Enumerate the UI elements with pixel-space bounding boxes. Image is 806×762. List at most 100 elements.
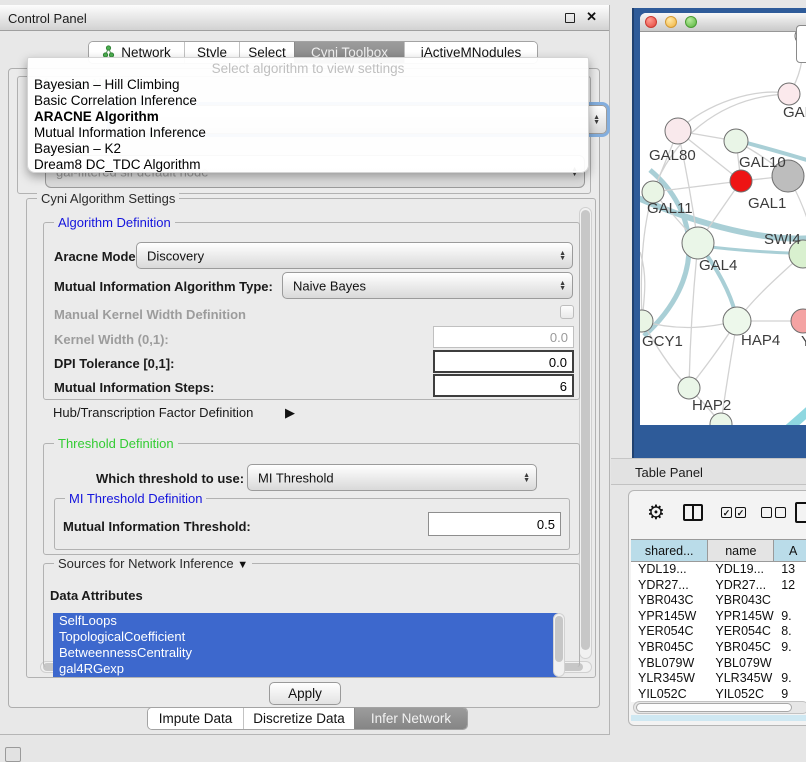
table-row[interactable]: YPR145WYPR145W9. [631, 609, 806, 625]
algorithm-list-item[interactable]: Bayesian – K2 [28, 141, 588, 157]
threshold-definition-group: Threshold Definition Which threshold to … [43, 443, 580, 555]
dpi-tolerance-field[interactable]: 0.0 [433, 350, 574, 373]
table-cell: YPR145W [631, 609, 708, 625]
tab-impute-data[interactable]: Impute Data [148, 708, 243, 729]
table-row[interactable]: YBL079WYBL079W [631, 656, 806, 672]
hub-section-label: Hub/Transcription Factor Definition [53, 405, 253, 420]
network-node[interactable] [730, 170, 752, 192]
algorithm-list-item[interactable]: Basic Correlation Inference [28, 93, 588, 109]
table-row[interactable]: YBR043CYBR043C [631, 593, 806, 609]
tab-discretize-data[interactable]: Discretize Data [243, 708, 354, 729]
data-attribute-item[interactable]: SelfLoops [53, 613, 558, 629]
manual-kernel-checkbox[interactable] [560, 305, 574, 319]
algorithm-dropdown-popup: Select algorithm to view settings Bayesi… [27, 57, 589, 173]
checked-checkbox-icon[interactable]: ✓ [735, 507, 746, 518]
column-header[interactable]: shared... [631, 540, 708, 561]
float-window-icon[interactable] [565, 13, 575, 23]
table-cell: 9. [774, 609, 806, 625]
combo-stepper-icon: ▲▼ [559, 281, 566, 291]
network-node[interactable] [665, 118, 691, 144]
table-horizontal-scrollbar[interactable] [633, 701, 806, 714]
data-attribute-item[interactable]: gal4RGexp [53, 661, 558, 677]
network-desktop: GALGAL80GAL10GAL1GAL11SWI4GAL4GCY1HAP4YH… [632, 8, 806, 458]
expand-right-icon[interactable]: ▶ [285, 405, 295, 421]
tab-infer-network[interactable]: Infer Network [354, 708, 467, 729]
collapse-down-icon[interactable]: ▼ [237, 559, 248, 571]
control-panel-window: Control Panel ✕ Network Style Select Cyn… [0, 5, 610, 735]
table-row[interactable]: YDL19...YDL19...13 [631, 562, 806, 578]
network-node-label: Y [801, 333, 806, 350]
table-cell: YBL079W [708, 656, 774, 672]
network-node[interactable] [678, 377, 700, 399]
aracne-mode-combo[interactable]: Discovery ▲▼ [136, 242, 573, 269]
table-cell: YDR27... [631, 578, 708, 594]
table-cell: YDR27... [708, 578, 774, 594]
unchecked-checkbox-icon[interactable] [761, 507, 772, 518]
split-columns-icon[interactable] [683, 504, 703, 521]
node-table: shared...nameA YDL19...YDL19...13YDR27..… [631, 539, 806, 702]
network-node[interactable] [682, 227, 714, 259]
table-cell: YBL079W [631, 656, 708, 672]
column-header[interactable]: name [708, 540, 774, 561]
network-node[interactable] [791, 309, 806, 333]
table-cell: YBR045C [631, 640, 708, 656]
network-node-label: HAP2 [692, 397, 731, 414]
network-node-label: GCY1 [642, 333, 683, 350]
mi-threshold-field[interactable]: 0.5 [428, 512, 561, 536]
table-row[interactable]: YLR345WYLR345W9. [631, 671, 806, 687]
table-toolbar: ⚙ ✓ ✓ [629, 491, 806, 537]
table-row[interactable]: YER054CYER054C8. [631, 624, 806, 640]
mi-type-combo[interactable]: Naive Bayes ▲▼ [282, 272, 573, 299]
table-row[interactable]: YDR27...YDR27...12 [631, 578, 806, 594]
table-row[interactable]: YBR045CYBR045C9. [631, 640, 806, 656]
table-panel-title: Table Panel [635, 465, 703, 480]
dropdown-item-list: Bayesian – Hill ClimbingBasic Correlatio… [28, 77, 588, 173]
data-attribute-item[interactable]: TopologicalCoefficient [53, 629, 558, 645]
algorithm-list-item[interactable]: ARACNE Algorithm [28, 109, 588, 125]
apply-button[interactable]: Apply [269, 682, 341, 705]
data-attribute-item[interactable]: BetweennessCentrality [53, 645, 558, 661]
algorithm-list-item[interactable]: Dream8 DC_TDC Algorithm [28, 157, 588, 173]
network-node[interactable] [778, 83, 800, 105]
network-edge [678, 92, 789, 131]
settings-group-title: Cyni Algorithm Settings [37, 191, 179, 206]
table-cell: YBR043C [631, 593, 708, 609]
table-cell: YER054C [631, 624, 708, 640]
settings-vertical-scrollbar[interactable] [579, 207, 592, 659]
control-panel-titlebar: Control Panel ✕ [0, 5, 609, 31]
docked-panel-icon[interactable] [5, 747, 21, 762]
minimize-traffic-light-icon[interactable] [665, 16, 677, 28]
network-graph[interactable]: GALGAL80GAL10GAL1GAL11SWI4GAL4GCY1HAP4YH… [640, 32, 806, 425]
control-panel-title: Control Panel [8, 11, 87, 26]
network-node[interactable] [723, 307, 751, 335]
column-header[interactable]: A [774, 540, 806, 561]
data-attributes-list: SelfLoopsTopologicalCoefficientBetweenne… [53, 613, 558, 677]
bottom-tabbar: Impute Data Discretize Data Infer Networ… [147, 707, 468, 730]
network-node[interactable] [724, 129, 748, 153]
close-icon[interactable]: ✕ [586, 9, 597, 25]
network-overlay-box [796, 25, 806, 63]
table-panel-card: ⚙ ✓ ✓ shared...nameA YDL19...YDL19...13Y… [628, 490, 806, 726]
table-cell: YDL19... [708, 562, 774, 578]
table-cell: YLR345W [631, 671, 708, 687]
table-cell: YBR045C [708, 640, 774, 656]
table-cell: YIL052C [631, 687, 708, 703]
table-row[interactable]: YIL052CYIL052C9 [631, 687, 806, 703]
unchecked-checkbox-icon[interactable] [775, 507, 786, 518]
table-cell: 8. [774, 624, 806, 640]
table-cell: YLR345W [708, 671, 774, 687]
which-threshold-combo[interactable]: MI Threshold ▲▼ [247, 464, 537, 491]
mi-steps-field[interactable]: 6 [433, 374, 574, 397]
gear-icon[interactable]: ⚙ [647, 500, 665, 525]
kernel-width-field[interactable]: 0.0 [433, 326, 574, 348]
network-node-label: GAL4 [699, 257, 737, 274]
algorithm-definition-group: Algorithm Definition Aracne Mode: Discov… [43, 222, 580, 400]
checked-checkbox-icon[interactable]: ✓ [721, 507, 732, 518]
close-traffic-light-icon[interactable] [645, 16, 657, 28]
algorithm-list-item[interactable]: Bayesian – Hill Climbing [28, 77, 588, 93]
zoom-traffic-light-icon[interactable] [685, 16, 697, 28]
attributes-list-scrollbar[interactable] [553, 613, 565, 677]
dpi-tolerance-label: DPI Tolerance [0,1]: [54, 356, 174, 371]
algorithm-list-item[interactable]: Mutual Information Inference [28, 125, 588, 141]
page-icon[interactable] [795, 502, 806, 523]
